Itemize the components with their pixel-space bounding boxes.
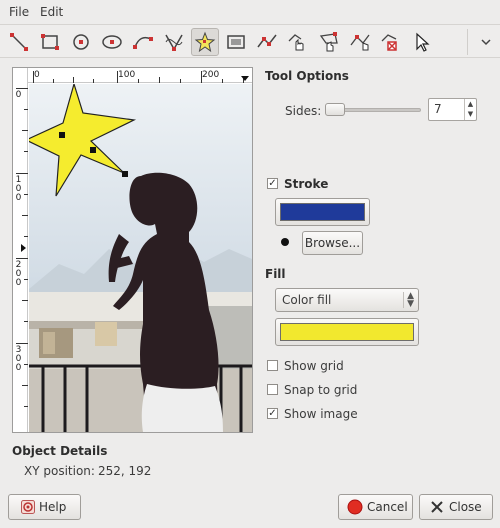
add-point-icon [350,34,370,51]
show-image-checkbox[interactable]: ✓ [267,408,278,419]
toolbar [0,24,500,58]
menu-file[interactable]: File [9,5,29,19]
ellipse-icon [102,35,122,49]
stroke-checkbox[interactable]: ✓ [267,178,278,189]
polyline-tool[interactable] [253,28,281,56]
sides-spinbox[interactable]: 7 ▲ ▼ [428,98,477,121]
polygon-edit-tool[interactable] [315,28,343,56]
ellipse-tool[interactable] [98,28,126,56]
delete-tool[interactable] [377,28,405,56]
pointer-icon [416,32,430,52]
sides-value[interactable]: 7 [434,102,442,116]
circle-tool[interactable] [67,28,95,56]
image-icon [227,35,245,49]
line-tool[interactable] [5,28,33,56]
snap-to-grid-checkbox[interactable] [267,384,278,395]
help-button-label: Help [39,500,67,514]
combo-arrows-icon: ▲ ▼ [403,292,414,309]
cancel-button[interactable]: Cancel [338,494,413,520]
snap-to-grid-label: Snap to grid [284,383,358,397]
cancel-icon [347,499,363,515]
spin-up-icon[interactable]: ▲ [465,99,476,109]
toolbar-separator [467,29,468,55]
v-ruler-label-100: 100 [15,175,22,203]
bezier-icon [165,34,183,51]
preview-area: 0 100 200 0 100 200 300 [12,67,253,433]
close-button-label: Close [449,500,482,514]
close-icon [431,501,443,513]
help-icon [21,500,35,514]
show-grid-label: Show grid [284,359,344,373]
background-photo [29,84,252,432]
move-point-tool[interactable] [284,28,312,56]
v-ruler-label-0: 0 [15,90,22,100]
image-tool[interactable] [222,28,250,56]
star-icon [194,31,216,53]
stroke-label: Stroke [284,177,329,191]
fill-type-select[interactable]: Color fill ▲ ▼ [275,288,419,312]
fill-type-value: Color fill [282,293,332,307]
xy-position-label: XY position: [24,464,95,478]
chevron-down-icon [481,39,491,46]
tool-options-title: Tool Options [265,69,349,83]
h-ruler-label-200: 200 [202,70,220,80]
stroke-color-swatch [280,203,365,221]
circle-icon [73,34,89,50]
xy-position-value: 252, 192 [98,464,152,478]
polygon-edit-icon [319,32,338,52]
object-details-title: Object Details [12,444,108,458]
sides-slider-handle[interactable] [325,103,345,116]
stroke-color-button[interactable] [275,198,370,226]
help-button[interactable]: Help [8,494,81,520]
arc-tool[interactable] [129,28,157,56]
polyline-icon [257,34,277,48]
v-ruler-label-300: 300 [15,345,22,373]
star-tool[interactable] [191,28,219,56]
toolbar-overflow-button[interactable] [472,28,500,56]
arc-icon [133,36,153,49]
h-ruler-label-100: 100 [118,70,136,80]
show-image-label: Show image [284,407,358,421]
bezier-tool[interactable] [160,28,188,56]
browse-button[interactable]: Browse... [302,231,363,255]
drawing-canvas[interactable] [29,84,252,432]
vertical-ruler: 0 100 200 300 [13,68,28,432]
pointer-tool[interactable] [408,28,436,56]
show-grid-checkbox[interactable] [267,360,278,371]
fill-title: Fill [265,267,286,281]
line-icon [10,33,28,51]
v-ruler-label-200: 200 [15,260,22,288]
rectangle-tool[interactable] [36,28,64,56]
brush-dot-icon [281,238,289,246]
rectangle-icon [41,34,59,50]
spin-down-icon[interactable]: ▼ [465,109,476,119]
sides-label: Sides: [285,104,322,118]
fill-color-button[interactable] [275,318,419,346]
menu-edit[interactable]: Edit [40,5,63,19]
cancel-button-label: Cancel [367,500,408,514]
fill-color-swatch [280,323,414,341]
h-ruler-label-0: 0 [34,70,40,80]
close-button[interactable]: Close [419,494,493,520]
sides-spin-buttons[interactable]: ▲ ▼ [464,99,476,120]
vertical-ruler-ticks [16,88,28,407]
browse-button-label: Browse... [304,236,361,250]
hand-point-icon [288,34,304,51]
delete-icon [381,34,397,51]
horizontal-ruler: 0 100 200 [13,68,252,83]
menubar: File Edit [0,0,500,24]
add-point-tool[interactable] [346,28,374,56]
